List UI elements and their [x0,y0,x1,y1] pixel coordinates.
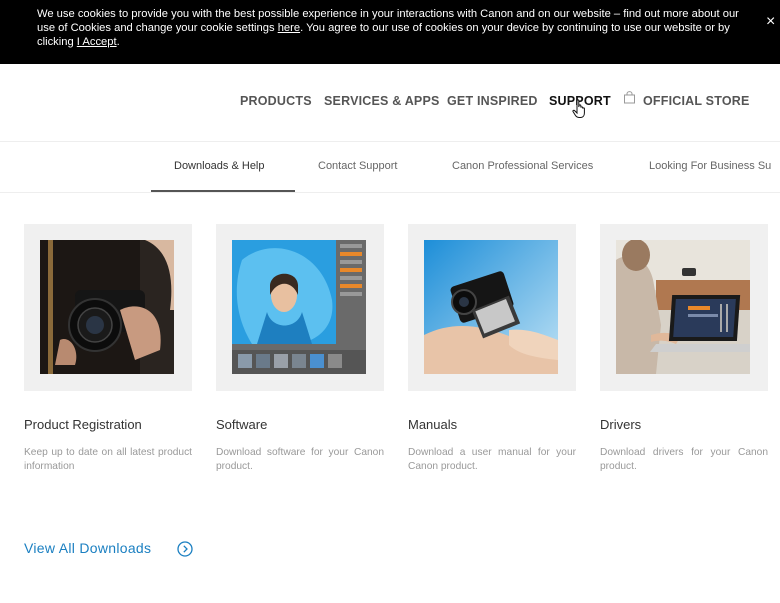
card-description: Download drivers for your Canon product. [600,447,768,472]
tab-canon-professional-services[interactable]: Canon Professional Services [452,160,593,172]
nav-services-apps[interactable]: SERVICES & APPS [324,94,440,108]
chevron-right-circle-icon[interactable] [177,541,193,557]
cookie-settings-link[interactable]: here [278,22,300,34]
sub-navigation: Downloads & Help Contact Support Canon P… [0,143,780,193]
card-image-frame[interactable] [216,224,384,391]
card-image-frame[interactable] [408,224,576,391]
card-title[interactable]: Drivers [600,417,641,432]
card-description: Keep up to date on all latest product in… [24,447,192,472]
card-description: Download a user manual for your Canon pr… [408,447,576,472]
software-screenshot-image [232,240,366,374]
cookie-text-3: . [116,36,120,48]
cookie-banner: We use cookies to provide you with the b… [0,0,780,64]
camera-photo-image [40,240,174,374]
card-product-registration: Product Registration Keep up to date on … [24,224,192,472]
card-title[interactable]: Manuals [408,417,457,432]
card-image-frame[interactable] [24,224,192,391]
shopping-bag-icon[interactable] [623,91,636,104]
nav-official-store[interactable]: OFFICIAL STORE [643,94,750,108]
tab-looking-for-business[interactable]: Looking For Business Su [649,160,771,172]
compact-camera-image [424,240,558,374]
tab-downloads-help[interactable]: Downloads & Help [174,160,265,172]
card-image-frame[interactable] [600,224,768,391]
card-software: Software Download software for your Cano… [216,224,384,472]
card-title[interactable]: Software [216,417,267,432]
close-icon[interactable]: × [766,14,780,30]
card-drivers: Drivers Download drivers for your Canon … [600,224,768,472]
card-description: Download software for your Canon product… [216,447,384,472]
nav-get-inspired[interactable]: GET INSPIRED [447,94,538,108]
nav-products[interactable]: PRODUCTS [240,94,312,108]
accept-cookies-link[interactable]: I Accept [77,36,117,48]
tab-contact-support[interactable]: Contact Support [318,160,398,172]
hand-pointer-icon [572,99,585,118]
laptop-user-image [616,240,750,374]
card-manuals: Manuals Download a user manual for your … [408,224,576,472]
view-all-downloads-link[interactable]: View All Downloads [24,540,151,556]
card-title[interactable]: Product Registration [24,417,142,432]
active-tab-indicator [151,190,295,192]
main-navigation: PRODUCTS SERVICES & APPS GET INSPIRED SU… [0,64,780,142]
